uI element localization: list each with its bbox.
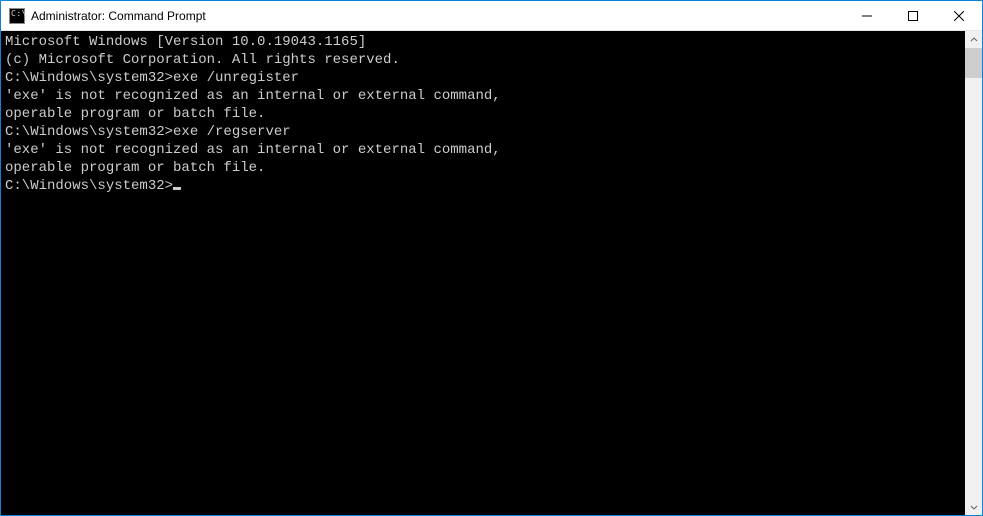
minimize-icon [862, 11, 872, 21]
command-prompt-window: C:\ Administrator: Command Prompt [0, 0, 983, 516]
window-title: Administrator: Command Prompt [31, 9, 844, 23]
scroll-up-button[interactable] [965, 31, 982, 48]
scrollbar-track[interactable] [965, 48, 982, 498]
close-icon [954, 11, 964, 21]
maximize-button[interactable] [890, 1, 936, 30]
vertical-scrollbar[interactable] [965, 31, 982, 515]
console-line: C:\Windows\system32> [5, 177, 963, 195]
console-line: 'exe' is not recognized as an internal o… [5, 141, 963, 159]
console-line: C:\Windows\system32>exe /regserver [5, 123, 963, 141]
console-line: C:\Windows\system32>exe /unregister [5, 69, 963, 87]
console-line: 'exe' is not recognized as an internal o… [5, 87, 963, 105]
window-controls [844, 1, 982, 30]
console-output[interactable]: Microsoft Windows [Version 10.0.19043.11… [1, 31, 965, 515]
console-line: Microsoft Windows [Version 10.0.19043.11… [5, 33, 963, 51]
text-cursor [173, 187, 181, 190]
client-area: Microsoft Windows [Version 10.0.19043.11… [1, 31, 982, 515]
console-line: operable program or batch file. [5, 159, 963, 177]
chevron-up-icon [970, 36, 978, 44]
console-line: (c) Microsoft Corporation. All rights re… [5, 51, 963, 69]
scroll-down-button[interactable] [965, 498, 982, 515]
console-line: operable program or batch file. [5, 105, 963, 123]
minimize-button[interactable] [844, 1, 890, 30]
chevron-down-icon [970, 503, 978, 511]
close-button[interactable] [936, 1, 982, 30]
scrollbar-thumb[interactable] [965, 48, 982, 78]
titlebar[interactable]: C:\ Administrator: Command Prompt [1, 1, 982, 31]
maximize-icon [908, 11, 918, 21]
cmd-icon: C:\ [9, 8, 25, 24]
